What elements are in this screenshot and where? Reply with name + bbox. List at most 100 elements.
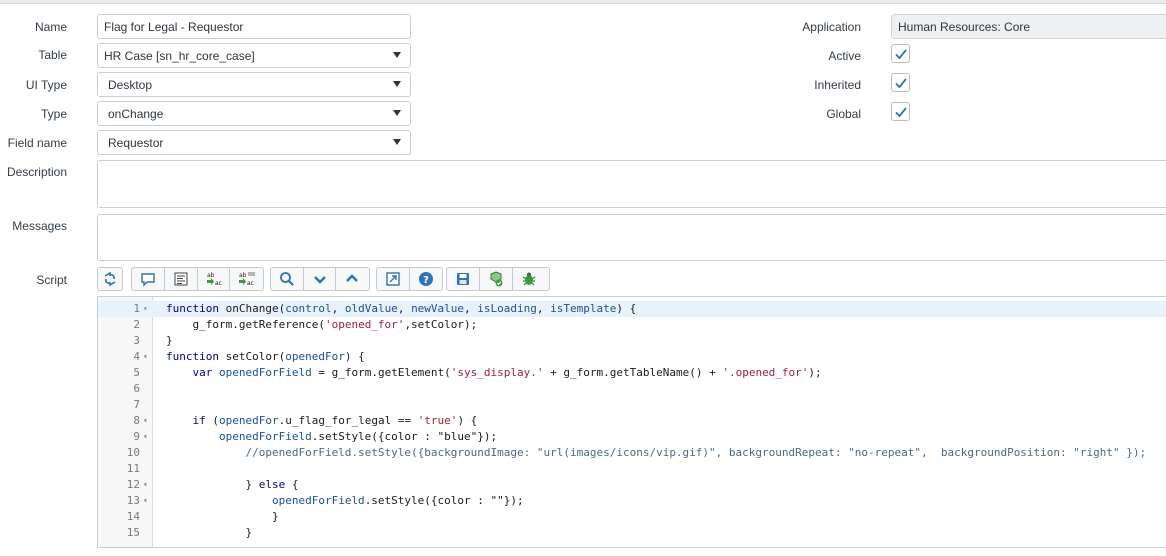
svg-text:?: ? (423, 275, 429, 286)
type-select[interactable]: onChange (97, 101, 411, 126)
comment-button[interactable] (132, 268, 165, 290)
code-text: openedForField.setStyle({color : "blue"}… (218, 430, 498, 443)
chevron-down-icon (393, 110, 401, 116)
code-line[interactable]: 6 (98, 381, 1166, 397)
code-line[interactable]: 5 var openedForField = g_form.getElement… (98, 365, 1166, 381)
code-line[interactable]: 1 ▾ function onChange(control, oldValue, n… (98, 301, 1166, 317)
code-line[interactable]: 14 } (98, 509, 1166, 525)
ui-type-select-value: Desktop (108, 78, 153, 92)
check-script-icon (490, 271, 503, 287)
line-number: 5 (133, 366, 140, 379)
replace-icon: ab ac (206, 272, 221, 287)
top-border (0, 0, 1166, 4)
chevron-down-icon (393, 81, 401, 87)
code-line[interactable]: 8 ▾ if (openedFor.u_flag_for_legal == 'tr… (98, 413, 1166, 429)
search-icon (280, 272, 294, 286)
view-toolbar-group: ? (376, 267, 443, 291)
help-icon: ? (418, 272, 433, 286)
code-line[interactable]: 10 //openedForField.setStyle({background… (98, 445, 1166, 461)
replace-all-button[interactable]: ab ac (230, 268, 263, 290)
toggle-syntax-button[interactable] (98, 268, 122, 290)
fold-icon[interactable]: ▾ (143, 493, 148, 509)
line-number: 4 (133, 350, 140, 363)
code-text: var openedForField = g_form.getElement('… (192, 366, 822, 379)
line-number: 11 (126, 462, 140, 475)
code-line[interactable]: 15 } (98, 525, 1166, 541)
table-select[interactable]: HR Case [sn_hr_core_case] (97, 43, 411, 68)
find-next-button[interactable] (304, 268, 337, 290)
code-text: function onChange(control, oldValue, new… (166, 302, 637, 315)
script-actions-group (446, 267, 550, 291)
search-button[interactable] (271, 268, 304, 290)
code-line[interactable]: 3} (98, 333, 1166, 349)
line-number: 13 (126, 494, 140, 507)
line-number: 3 (133, 334, 140, 347)
line-number: 9 (133, 430, 140, 443)
code-text: } (166, 510, 279, 523)
code-line[interactable]: 7 (98, 397, 1166, 413)
code-line[interactable]: 11 (98, 461, 1166, 477)
checkmark-icon (895, 107, 907, 118)
code-line[interactable]: 13 ▾ openedForField.setStyle({color : ""}… (98, 493, 1166, 509)
active-checkbox[interactable] (891, 44, 910, 63)
description-textarea[interactable] (97, 160, 1166, 208)
messages-textarea[interactable] (97, 214, 1166, 261)
toggle-syntax-icon (104, 271, 116, 287)
format-button[interactable] (165, 268, 198, 290)
code-text: g_form.getReference('opened_for',setColo… (166, 318, 478, 331)
name-label: Name (34, 20, 67, 34)
application-field: Human Resources: Core (891, 14, 1166, 39)
ui-type-select[interactable]: Desktop (97, 72, 411, 97)
line-number: 6 (133, 382, 140, 395)
line-number: 8 (133, 414, 140, 427)
line-number: 2 (133, 318, 140, 331)
code-line[interactable]: 12 ▾ } else { (98, 477, 1166, 493)
global-checkbox[interactable] (891, 102, 910, 121)
svg-text:ab: ab (207, 272, 215, 279)
application-label: Application (802, 20, 861, 34)
table-select-value: HR Case [sn_hr_core_case] (104, 49, 255, 63)
field-name-select[interactable]: Requestor (97, 130, 411, 155)
fold-icon[interactable]: ▾ (143, 349, 148, 365)
type-select-value: onChange (108, 107, 164, 121)
code-text: } (166, 526, 253, 539)
type-label: Type (40, 107, 67, 121)
comment-icon (141, 273, 155, 287)
format-icon (174, 272, 188, 286)
svg-text:ab: ab (239, 272, 247, 279)
find-previous-button[interactable] (336, 268, 369, 290)
code-text: } (166, 334, 173, 347)
code-text: if (openedFor.u_flag_for_legal == 'true'… (192, 414, 478, 427)
help-button[interactable]: ? (410, 268, 443, 290)
inherited-checkbox[interactable] (891, 73, 910, 92)
messages-label: Messages (12, 219, 67, 233)
line-number: 14 (126, 510, 140, 523)
line-number: 10 (126, 446, 140, 459)
search-toolbar-group (270, 267, 370, 291)
fullscreen-icon (386, 272, 400, 286)
name-field[interactable]: Flag for Legal - Requestor (97, 14, 411, 39)
fold-icon[interactable]: ▾ (143, 429, 148, 445)
check-script-button[interactable] (480, 268, 513, 290)
inherited-label: Inherited (814, 78, 861, 92)
line-number: 1 (133, 302, 140, 315)
save-button[interactable] (447, 268, 480, 290)
checkmark-icon (895, 78, 907, 89)
chevron-up-icon (346, 274, 359, 282)
active-label: Active (828, 49, 861, 63)
replace-button[interactable]: ab ac (198, 268, 231, 290)
code-line[interactable]: 2 g_form.getReference('opened_for',setCo… (98, 317, 1166, 333)
field-name-select-value: Requestor (108, 136, 164, 150)
fold-icon[interactable]: ▾ (143, 413, 148, 429)
fullscreen-button[interactable] (377, 268, 410, 290)
debug-button[interactable] (513, 268, 546, 290)
code-text: } else { (166, 478, 299, 491)
fold-icon[interactable]: ▾ (143, 301, 148, 317)
script-editor[interactable]: 1 ▾ function onChange(control, oldValue, n… (97, 296, 1166, 548)
code-line[interactable]: 9 ▾ openedForField.setStyle({color : "blu… (98, 429, 1166, 445)
fold-icon[interactable]: ▾ (143, 477, 148, 493)
line-number: 12 (126, 478, 140, 491)
line-number: 15 (126, 526, 140, 539)
code-line[interactable]: 4 ▾ function setColor(openedFor) { (98, 349, 1166, 365)
save-icon (457, 273, 469, 285)
